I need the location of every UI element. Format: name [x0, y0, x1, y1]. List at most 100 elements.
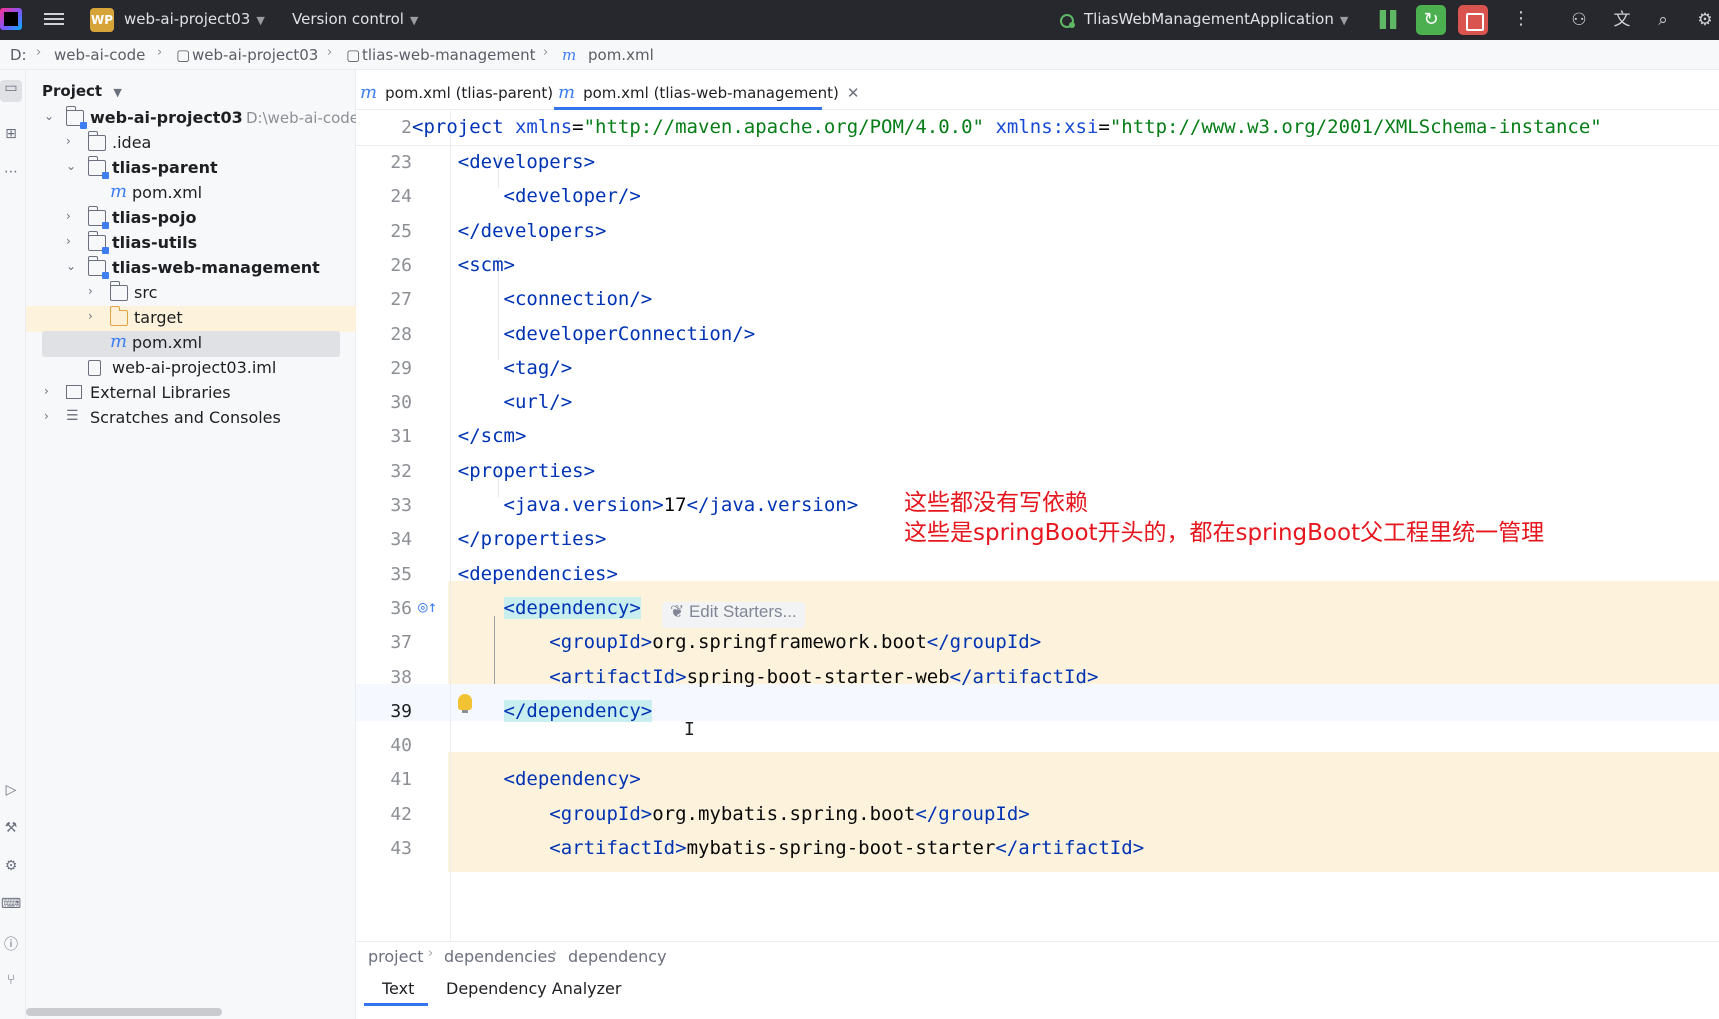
line-number[interactable]: 33 — [356, 495, 412, 516]
terminal-tool-icon[interactable]: ⌨ — [0, 896, 22, 918]
line-number[interactable]: 28 — [356, 324, 412, 345]
chevron-down-icon[interactable]: ⌄ — [66, 159, 76, 173]
xml-path-item[interactable]: project — [368, 947, 424, 966]
line-number[interactable]: 43 — [356, 838, 412, 859]
line-number[interactable]: 32 — [356, 461, 412, 482]
xml-path-item[interactable]: dependency — [568, 947, 667, 966]
chevron-right-icon[interactable]: › — [88, 309, 93, 323]
chevron-right-icon[interactable]: › — [66, 134, 71, 148]
breadcrumb-item[interactable]: web-ai-project03 — [192, 46, 318, 64]
code-line[interactable]: 32 <properties> — [356, 455, 1719, 492]
tree-item-iml[interactable]: web-ai-project03.iml — [26, 356, 356, 382]
code-line[interactable]: 38 <artifactId>spring-boot-starter-web</… — [356, 661, 1719, 698]
code-line[interactable]: 25 </developers> — [356, 215, 1719, 252]
translate-icon[interactable]: 文 — [1611, 9, 1633, 31]
close-icon[interactable]: ✕ — [847, 84, 860, 102]
tab-pom-tlias-web-management[interactable]: m pom.xml (tlias-web-management) ✕ — [558, 82, 859, 103]
tree-item-scratches[interactable]: › ☰ Scratches and Consoles — [26, 406, 356, 432]
edit-starters-inlay[interactable]: ❦ Edit Starters... — [662, 602, 805, 628]
line-number[interactable]: 37 — [356, 632, 412, 653]
code-line[interactable]: 43 <artifactId>mybatis-spring-boot-start… — [356, 832, 1719, 869]
line-number[interactable]: 31 — [356, 426, 412, 447]
project-selector[interactable]: web-ai-project03 ▼ — [124, 10, 265, 28]
tree-item-tlias-parent[interactable]: ⌄ tlias-parent — [26, 156, 356, 182]
code-line[interactable]: 40 — [356, 729, 1719, 766]
intellij-logo-icon[interactable] — [0, 8, 22, 30]
code-line[interactable]: 28 <developerConnection/> — [356, 318, 1719, 355]
line-number[interactable]: 41 — [356, 769, 412, 790]
code-line[interactable]: 27 <connection/> — [356, 283, 1719, 320]
line-number[interactable]: 36 — [356, 598, 412, 619]
tree-item-tlias-web-management[interactable]: ⌄ tlias-web-management — [26, 256, 356, 282]
code-line[interactable]: 35 <dependencies> — [356, 558, 1719, 595]
main-menu-icon[interactable] — [44, 10, 64, 30]
tree-item-target[interactable]: › target — [26, 306, 356, 332]
git-tool-icon[interactable]: ⑂ — [0, 972, 22, 994]
tab-text[interactable]: Text — [382, 979, 414, 998]
tree-item-pom-parent[interactable]: m pom.xml — [26, 181, 356, 207]
line-number[interactable]: 42 — [356, 804, 412, 825]
problems-tool-icon[interactable]: ⓘ — [0, 934, 22, 956]
spring-dependency-gutter-icon[interactable]: ◎↑ — [418, 597, 437, 616]
line-number[interactable]: 34 — [356, 529, 412, 550]
line-number[interactable]: 25 — [356, 221, 412, 242]
chevron-right-icon[interactable]: › — [66, 234, 71, 248]
run-tool-icon[interactable]: ▷ — [0, 782, 22, 804]
line-number[interactable]: 23 — [356, 152, 412, 173]
breadcrumb-item[interactable]: web-ai-code — [54, 46, 145, 64]
more-actions-icon[interactable]: ⋮ — [1512, 8, 1530, 29]
pause-icon[interactable]: ▌▌ — [1380, 10, 1403, 29]
chevron-right-icon[interactable]: › — [88, 284, 93, 298]
line-number[interactable]: 24 — [356, 186, 412, 207]
chevron-right-icon[interactable]: › — [44, 384, 49, 398]
breadcrumb-item[interactable]: tlias-web-management — [362, 46, 536, 64]
chevron-right-icon[interactable]: › — [44, 409, 49, 423]
code-line[interactable]: 2 <project xmlns="http://maven.apache.org… — [356, 111, 1719, 148]
breadcrumb-item[interactable]: pom.xml — [588, 46, 654, 64]
line-number[interactable]: 30 — [356, 392, 412, 413]
tree-item-tlias-utils[interactable]: › tlias-utils — [26, 231, 356, 257]
rerun-button[interactable]: ↻ — [1416, 5, 1446, 35]
line-number[interactable]: 29 — [356, 358, 412, 379]
line-number[interactable]: 39 — [356, 701, 412, 722]
lightbulb-icon[interactable] — [458, 694, 472, 713]
code-line[interactable]: 29 <tag/> — [356, 352, 1719, 389]
code-editor[interactable]: 2 <project xmlns="http://maven.apache.org… — [356, 111, 1719, 941]
line-number[interactable]: 35 — [356, 564, 412, 585]
code-line[interactable]: 24 <developer/> — [356, 180, 1719, 217]
project-tool-icon[interactable]: ▭ — [0, 80, 22, 102]
line-number[interactable]: 26 — [356, 255, 412, 276]
tab-dependency-analyzer[interactable]: Dependency Analyzer — [446, 979, 621, 998]
tree-item-external-libraries[interactable]: › External Libraries — [26, 381, 356, 407]
code-line[interactable]: 41 <dependency> — [356, 763, 1719, 800]
tree-item-web-ai-project03[interactable]: ⌄ web-ai-project03 D:\web-ai-code — [26, 106, 359, 132]
breadcrumb-item[interactable]: D: — [10, 46, 27, 64]
code-line[interactable]: 30 <url/> — [356, 386, 1719, 423]
chevron-down-icon[interactable]: ⌄ — [44, 109, 54, 123]
tree-item-src[interactable]: › src — [26, 281, 356, 307]
code-line[interactable]: 42 <groupId>org.mybatis.spring.boot</gro… — [356, 798, 1719, 835]
code-line[interactable]: 31 </scm> — [356, 420, 1719, 457]
version-control-menu[interactable]: Version control ▼ — [292, 10, 418, 28]
project-panel-header[interactable]: Project ▼ — [42, 82, 122, 100]
services-tool-icon[interactable]: ⚙ — [0, 858, 22, 880]
code-line[interactable]: 36 <dependency> — [356, 592, 1719, 629]
stop-button[interactable] — [1458, 5, 1488, 35]
search-icon[interactable]: ⌕ — [1652, 9, 1674, 31]
line-number[interactable]: 40 — [356, 735, 412, 756]
project-badge[interactable]: WP — [90, 8, 114, 32]
xml-path-item[interactable]: dependencies — [444, 947, 556, 966]
code-line[interactable]: 37 <groupId>org.springframework.boot</gr… — [356, 626, 1719, 663]
code-line[interactable]: 23 <developers> — [356, 146, 1719, 183]
code-line[interactable]: 39 </dependency> — [356, 695, 1719, 732]
settings-gear-icon[interactable]: ⚙ — [1694, 9, 1716, 31]
add-user-icon[interactable]: ⚇ — [1568, 9, 1590, 31]
chevron-right-icon[interactable]: › — [66, 209, 71, 223]
tab-pom-tlias-parent[interactable]: m pom.xml (tlias-parent) — [360, 82, 553, 103]
chevron-down-icon[interactable]: ⌄ — [66, 259, 76, 273]
tree-item-idea[interactable]: › .idea — [26, 131, 356, 157]
line-number[interactable]: 27 — [356, 289, 412, 310]
code-line[interactable]: 26 <scm> — [356, 249, 1719, 286]
structure-tool-icon[interactable]: ⊞ — [0, 126, 22, 148]
line-number[interactable]: 38 — [356, 667, 412, 688]
